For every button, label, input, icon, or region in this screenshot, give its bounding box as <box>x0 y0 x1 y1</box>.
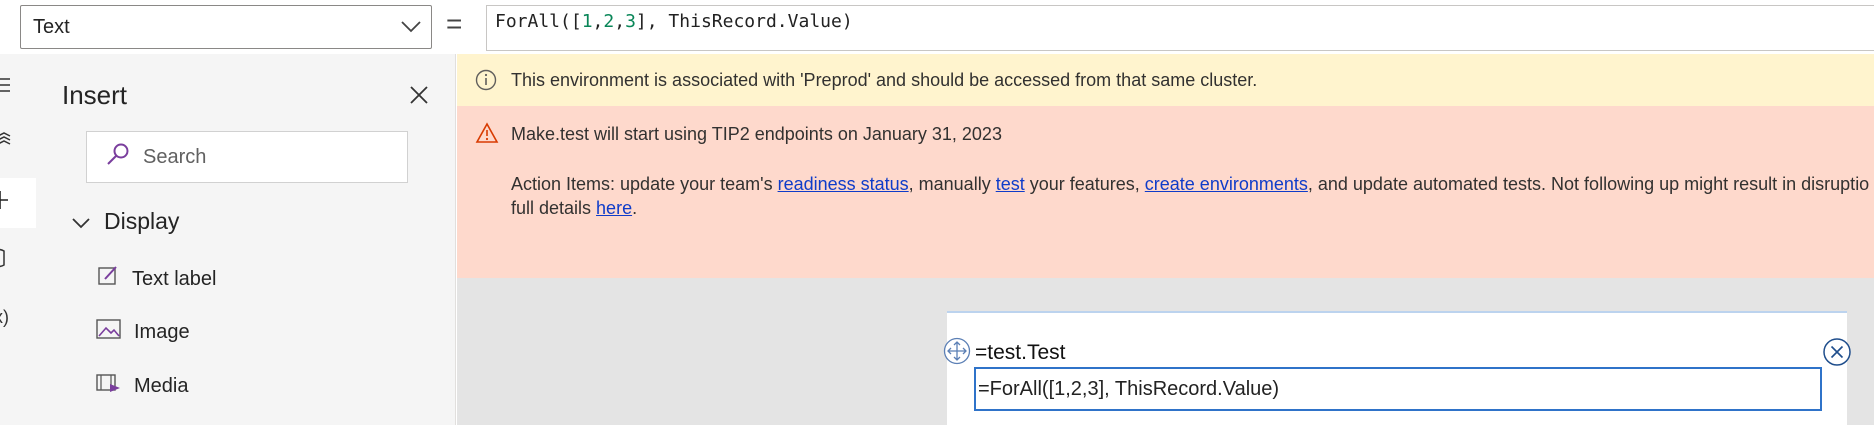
selected-control-formula[interactable]: =ForAll([1,2,3], ThisRecord.Value) <box>974 367 1822 411</box>
formula-number: 3 <box>625 11 636 32</box>
info-banner: This environment is associated with 'Pre… <box>457 54 1874 106</box>
here-link[interactable]: here <box>596 198 632 218</box>
control-label: Media <box>134 374 189 397</box>
property-dropdown[interactable]: Text <box>20 5 432 49</box>
category-label: Display <box>104 208 180 234</box>
insert-pane: Insert Search Display Text label Image M… <box>36 54 456 425</box>
category-display-toggle[interactable]: Display <box>72 208 179 235</box>
formula-number: 1 <box>581 11 593 32</box>
control-label: Text label <box>132 267 217 290</box>
text-label-control[interactable]: =test.Test <box>975 341 1065 365</box>
info-icon <box>475 69 497 91</box>
layers-icon <box>0 132 14 158</box>
data-icon <box>0 247 14 275</box>
formula-number: 2 <box>603 11 615 32</box>
selected-control-text: =ForAll([1,2,3], ThisRecord.Value) <box>978 377 1280 400</box>
readiness-status-link[interactable]: readiness status <box>778 174 909 194</box>
move-handle[interactable] <box>943 337 971 365</box>
create-environments-link[interactable]: create environments <box>1145 174 1308 194</box>
warning-banner: Make.test will start using TIP2 endpoint… <box>457 106 1874 278</box>
insert-pane-title: Insert <box>62 80 128 110</box>
test-link[interactable]: test <box>996 174 1025 194</box>
search-placeholder: Search <box>143 145 207 168</box>
info-banner-text: This environment is associated with 'Pre… <box>511 69 1258 90</box>
close-circle-icon <box>1822 338 1852 371</box>
formula-token: ], ThisRecord.Value) <box>635 11 853 32</box>
warning-text: full details <box>511 198 597 218</box>
formula-bar: Text = ForAll([1,2,3], ThisRecord.Value) <box>0 0 1874 52</box>
control-media[interactable]: Media <box>96 372 188 400</box>
formula-input[interactable]: ForAll([1,2,3], ThisRecord.Value) <box>486 5 1874 51</box>
formula-token: , <box>614 11 626 32</box>
tree-view-button[interactable] <box>0 120 36 170</box>
search-icon <box>105 142 131 173</box>
control-text-label[interactable]: Text label <box>96 264 217 294</box>
property-dropdown-value: Text <box>33 15 70 38</box>
equals-sign: = <box>446 8 463 39</box>
data-button[interactable] <box>0 236 36 286</box>
close-insert-pane-button[interactable] <box>404 80 434 110</box>
chevron-down-icon <box>72 208 90 235</box>
plus-icon <box>0 189 14 217</box>
control-label: Image <box>134 320 190 343</box>
warning-icon <box>475 122 499 149</box>
delete-control-button[interactable] <box>1822 337 1852 367</box>
formula-token: , <box>592 11 604 32</box>
left-rail: x) <box>0 54 36 425</box>
image-icon <box>96 318 122 346</box>
hamburger-icon <box>0 76 14 99</box>
search-input[interactable]: Search <box>86 131 408 183</box>
text-label-icon <box>96 264 120 294</box>
warning-text: your features, <box>1024 174 1145 194</box>
warning-text: , and update automated tests. Not follow… <box>1307 174 1870 194</box>
formula-token: ForAll([ <box>495 11 582 32</box>
hamburger-menu-button[interactable] <box>0 62 36 112</box>
move-icon <box>943 337 971 369</box>
warning-text: . <box>632 198 638 218</box>
warning-banner-body: Action Items: update your team's readine… <box>511 172 1871 220</box>
control-image[interactable]: Image <box>96 318 190 346</box>
warning-banner-title: Make.test will start using TIP2 endpoint… <box>511 124 1002 144</box>
close-icon <box>404 86 434 114</box>
media-icon <box>96 372 122 400</box>
variables-icon: x) <box>0 306 9 327</box>
warning-text: Action Items: update your team's <box>511 174 778 194</box>
variables-button[interactable]: x) <box>0 292 36 342</box>
insert-button[interactable] <box>0 178 36 228</box>
warning-text: , manually <box>908 174 996 194</box>
chevron-down-icon <box>401 16 421 39</box>
